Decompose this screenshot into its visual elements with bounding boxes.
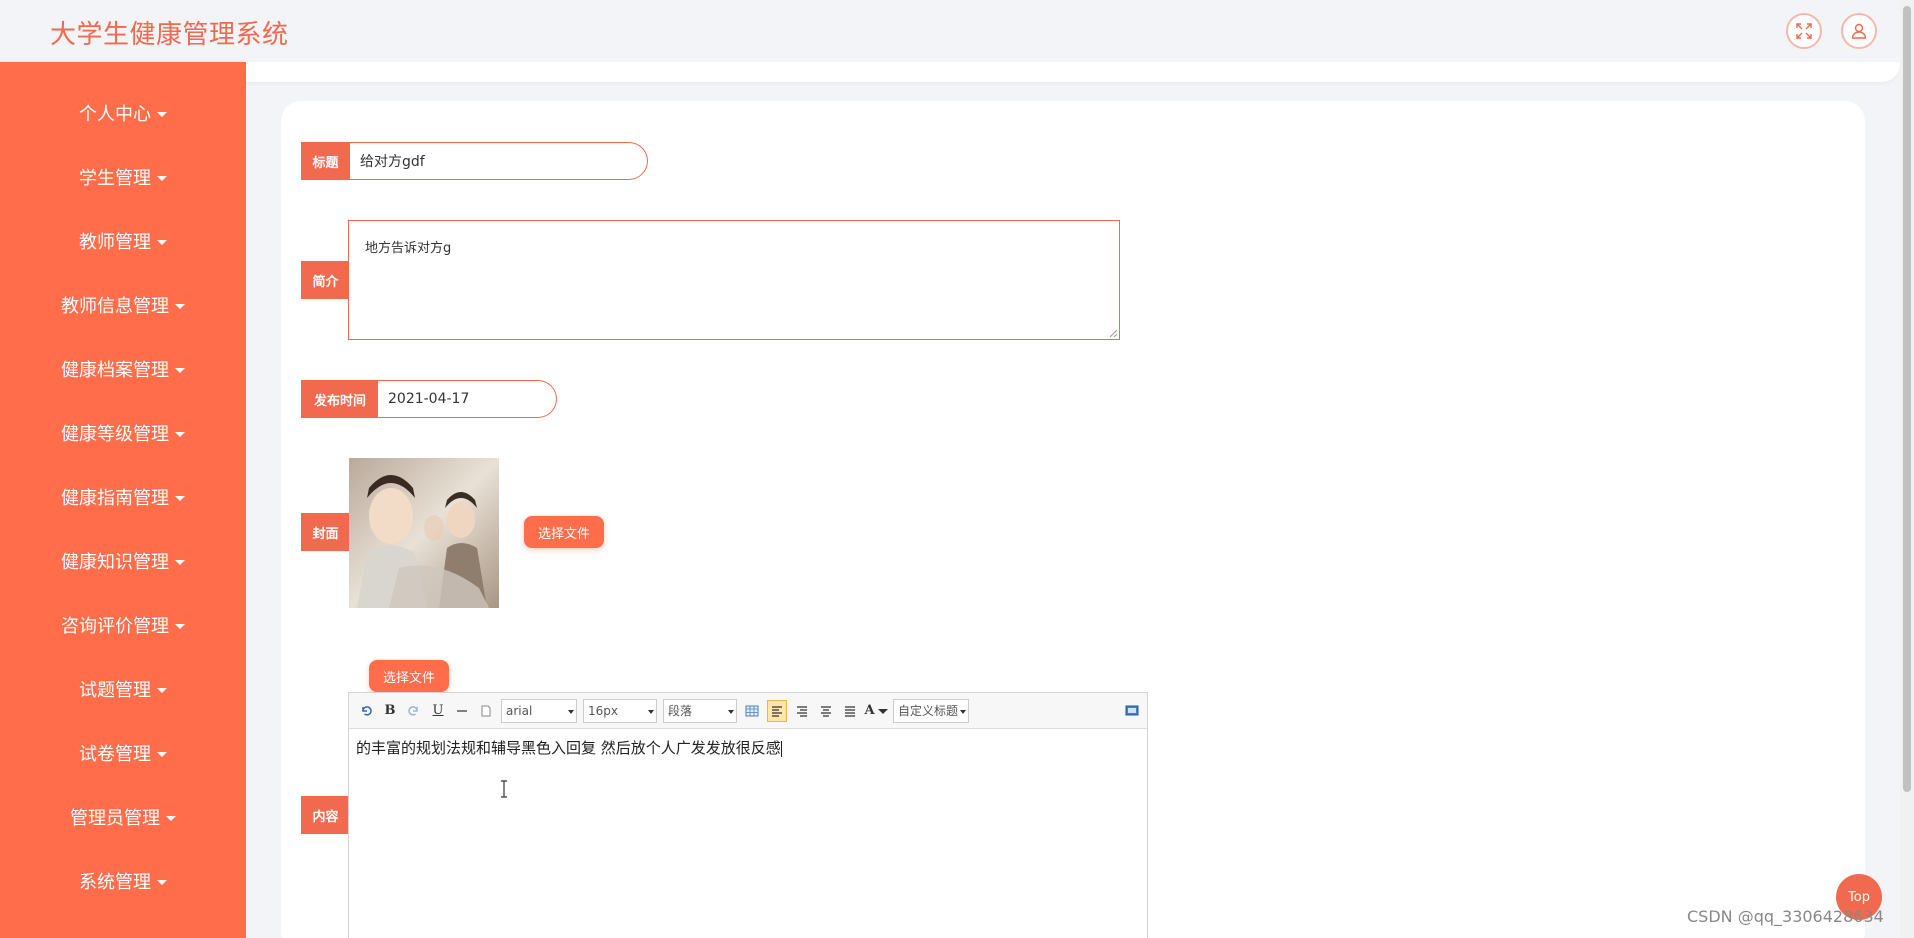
- custom-title-value: 自定义标题: [898, 704, 959, 718]
- font-color-icon[interactable]: A: [864, 702, 888, 720]
- custom-title-select[interactable]: 自定义标题: [893, 698, 969, 723]
- intro-text: 地方告诉对方g: [365, 241, 452, 256]
- sidebar-item-admin-management[interactable]: 管理员管理: [0, 785, 246, 849]
- page-scrollbar[interactable]: [1900, 0, 1914, 938]
- intro-label: 简介: [301, 261, 350, 299]
- user-button[interactable]: [1841, 13, 1877, 49]
- dropdown-arrow-icon: [568, 709, 574, 714]
- editor-content-area[interactable]: 的丰富的规划法规和辅导黑色入回复 然后放个人广发发放很反感: [349, 729, 1147, 766]
- sidebar-item-system-management[interactable]: 系统管理: [0, 849, 246, 913]
- font-size-select[interactable]: 16px: [583, 698, 657, 723]
- sidebar-item-label: 试题管理: [79, 680, 151, 701]
- align-justify-icon[interactable]: [841, 702, 859, 720]
- sidebar-item-label: 健康知识管理: [61, 552, 169, 573]
- rich-text-editor: B U arial 16px 段落 A 自定义标题 的丰富的规划法规和辅导黑色入…: [348, 692, 1148, 938]
- preview-icon[interactable]: [1123, 702, 1141, 720]
- cover-image: [349, 458, 499, 608]
- align-left-icon[interactable]: [767, 699, 787, 722]
- fullscreen-button[interactable]: [1786, 13, 1822, 49]
- caret-down-icon: [157, 879, 167, 885]
- sidebar-item-label: 学生管理: [79, 168, 151, 189]
- sidebar-item-personal-center[interactable]: 个人中心: [0, 81, 246, 145]
- bold-icon[interactable]: B: [381, 702, 399, 720]
- paragraph-value: 段落: [668, 704, 693, 718]
- caret-down-icon: [175, 431, 185, 437]
- cover-choose-file-button[interactable]: 选择文件: [524, 516, 604, 548]
- sidebar-item-label: 个人中心: [79, 104, 151, 125]
- font-color-letter: A: [864, 703, 875, 718]
- underline-icon[interactable]: U: [429, 702, 447, 720]
- redo-icon[interactable]: [405, 702, 423, 720]
- title-input[interactable]: 给对方gdf: [350, 142, 648, 180]
- top-header: 大学生健康管理系统: [0, 0, 1900, 62]
- caret-down-icon: [166, 815, 176, 821]
- caret-down-icon: [157, 111, 167, 117]
- sidebar-menu: 个人中心 学生管理 教师管理 教师信息管理 健康档案管理 健康等级管理 健康指南…: [0, 62, 246, 938]
- content-label: 内容: [301, 796, 350, 834]
- caret-down-icon: [157, 239, 167, 245]
- watermark-text: CSDN @qq_3306428634: [1687, 907, 1884, 926]
- font-family-value: arial: [506, 703, 533, 718]
- resize-grip-icon[interactable]: [1108, 328, 1118, 338]
- scrollbar-thumb[interactable]: [1903, 6, 1911, 792]
- page-icon[interactable]: [477, 702, 495, 720]
- breadcrumb-strip: [246, 62, 1900, 82]
- app-title: 大学生健康管理系统: [50, 20, 289, 50]
- caret-down-icon: [175, 367, 185, 373]
- sidebar-item-label: 健康等级管理: [61, 424, 169, 445]
- text-cursor: [780, 740, 782, 757]
- font-size-value: 16px: [588, 703, 618, 718]
- publish-time-label: 发布时间: [301, 380, 379, 418]
- font-family-select[interactable]: arial: [501, 698, 577, 723]
- sidebar-item-teacher-management[interactable]: 教师管理: [0, 209, 246, 273]
- sidebar-item-student-management[interactable]: 学生管理: [0, 145, 246, 209]
- content-choose-file-button[interactable]: 选择文件: [369, 660, 449, 692]
- publish-time-input[interactable]: 2021-04-17: [378, 380, 557, 418]
- sidebar-item-health-level-management[interactable]: 健康等级管理: [0, 401, 246, 465]
- dropdown-arrow-icon: [648, 709, 654, 714]
- sidebar-item-exam-paper-management[interactable]: 试卷管理: [0, 721, 246, 785]
- sidebar-item-label: 健康指南管理: [61, 488, 169, 509]
- sidebar-item-health-guide-management[interactable]: 健康指南管理: [0, 465, 246, 529]
- sidebar-item-label: 教师信息管理: [61, 296, 169, 317]
- cover-photo-icon: [349, 458, 499, 608]
- sidebar-item-label: 管理员管理: [70, 808, 160, 829]
- user-icon: [1851, 23, 1867, 39]
- caret-down-icon: [157, 687, 167, 693]
- editor-toolbar: B U arial 16px 段落 A 自定义标题: [349, 693, 1147, 729]
- caret-down-icon: [877, 709, 888, 714]
- caret-down-icon: [157, 175, 167, 181]
- expand-icon: [1796, 23, 1812, 39]
- caret-down-icon: [175, 303, 185, 309]
- caret-down-icon: [175, 623, 185, 629]
- sidebar-item-health-knowledge-management[interactable]: 健康知识管理: [0, 529, 246, 593]
- sidebar-item-label: 系统管理: [79, 872, 151, 893]
- caret-down-icon: [157, 751, 167, 757]
- align-right-icon[interactable]: [793, 702, 811, 720]
- dropdown-arrow-icon: [960, 709, 966, 714]
- sidebar-item-question-management[interactable]: 试题管理: [0, 657, 246, 721]
- intro-textarea[interactable]: 地方告诉对方g: [348, 220, 1120, 340]
- mouse-ibeam-cursor-icon: [501, 780, 507, 798]
- sidebar-item-label: 试卷管理: [79, 744, 151, 765]
- sidebar-item-consult-review-management[interactable]: 咨询评价管理: [0, 593, 246, 657]
- table-icon[interactable]: [743, 702, 761, 720]
- editor-content-text: 的丰富的规划法规和辅导黑色入回复 然后放个人广发发放很反感: [356, 739, 781, 757]
- sidebar-item-label: 教师管理: [79, 232, 151, 253]
- sidebar-item-teacher-info-management[interactable]: 教师信息管理: [0, 273, 246, 337]
- paragraph-select[interactable]: 段落: [663, 698, 737, 723]
- undo-icon[interactable]: [357, 702, 375, 720]
- sidebar-item-label: 健康档案管理: [61, 360, 169, 381]
- dropdown-arrow-icon: [728, 709, 734, 714]
- sidebar-item-health-record-management[interactable]: 健康档案管理: [0, 337, 246, 401]
- horizontal-rule-icon[interactable]: [453, 702, 471, 720]
- caret-down-icon: [175, 559, 185, 565]
- align-center-icon[interactable]: [817, 702, 835, 720]
- caret-down-icon: [175, 495, 185, 501]
- cover-label: 封面: [301, 513, 350, 551]
- sidebar-item-label: 咨询评价管理: [61, 616, 169, 637]
- title-label: 标题: [301, 142, 350, 180]
